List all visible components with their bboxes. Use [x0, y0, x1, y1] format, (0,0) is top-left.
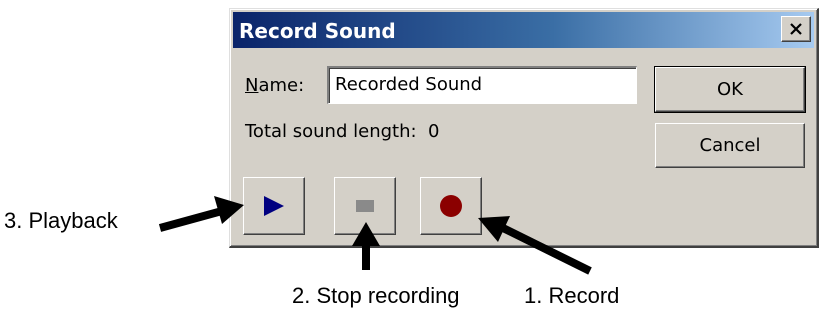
arrow-to-record-icon	[478, 216, 592, 275]
annotation-playback: 3. Playback	[4, 208, 118, 233]
annotation-arrows	[158, 196, 592, 275]
annotation-stop-recording: 2. Stop recording	[292, 283, 460, 308]
arrow-to-play-icon	[158, 196, 244, 232]
annotation-record: 1. Record	[524, 283, 620, 308]
arrow-to-stop-icon	[352, 222, 380, 270]
